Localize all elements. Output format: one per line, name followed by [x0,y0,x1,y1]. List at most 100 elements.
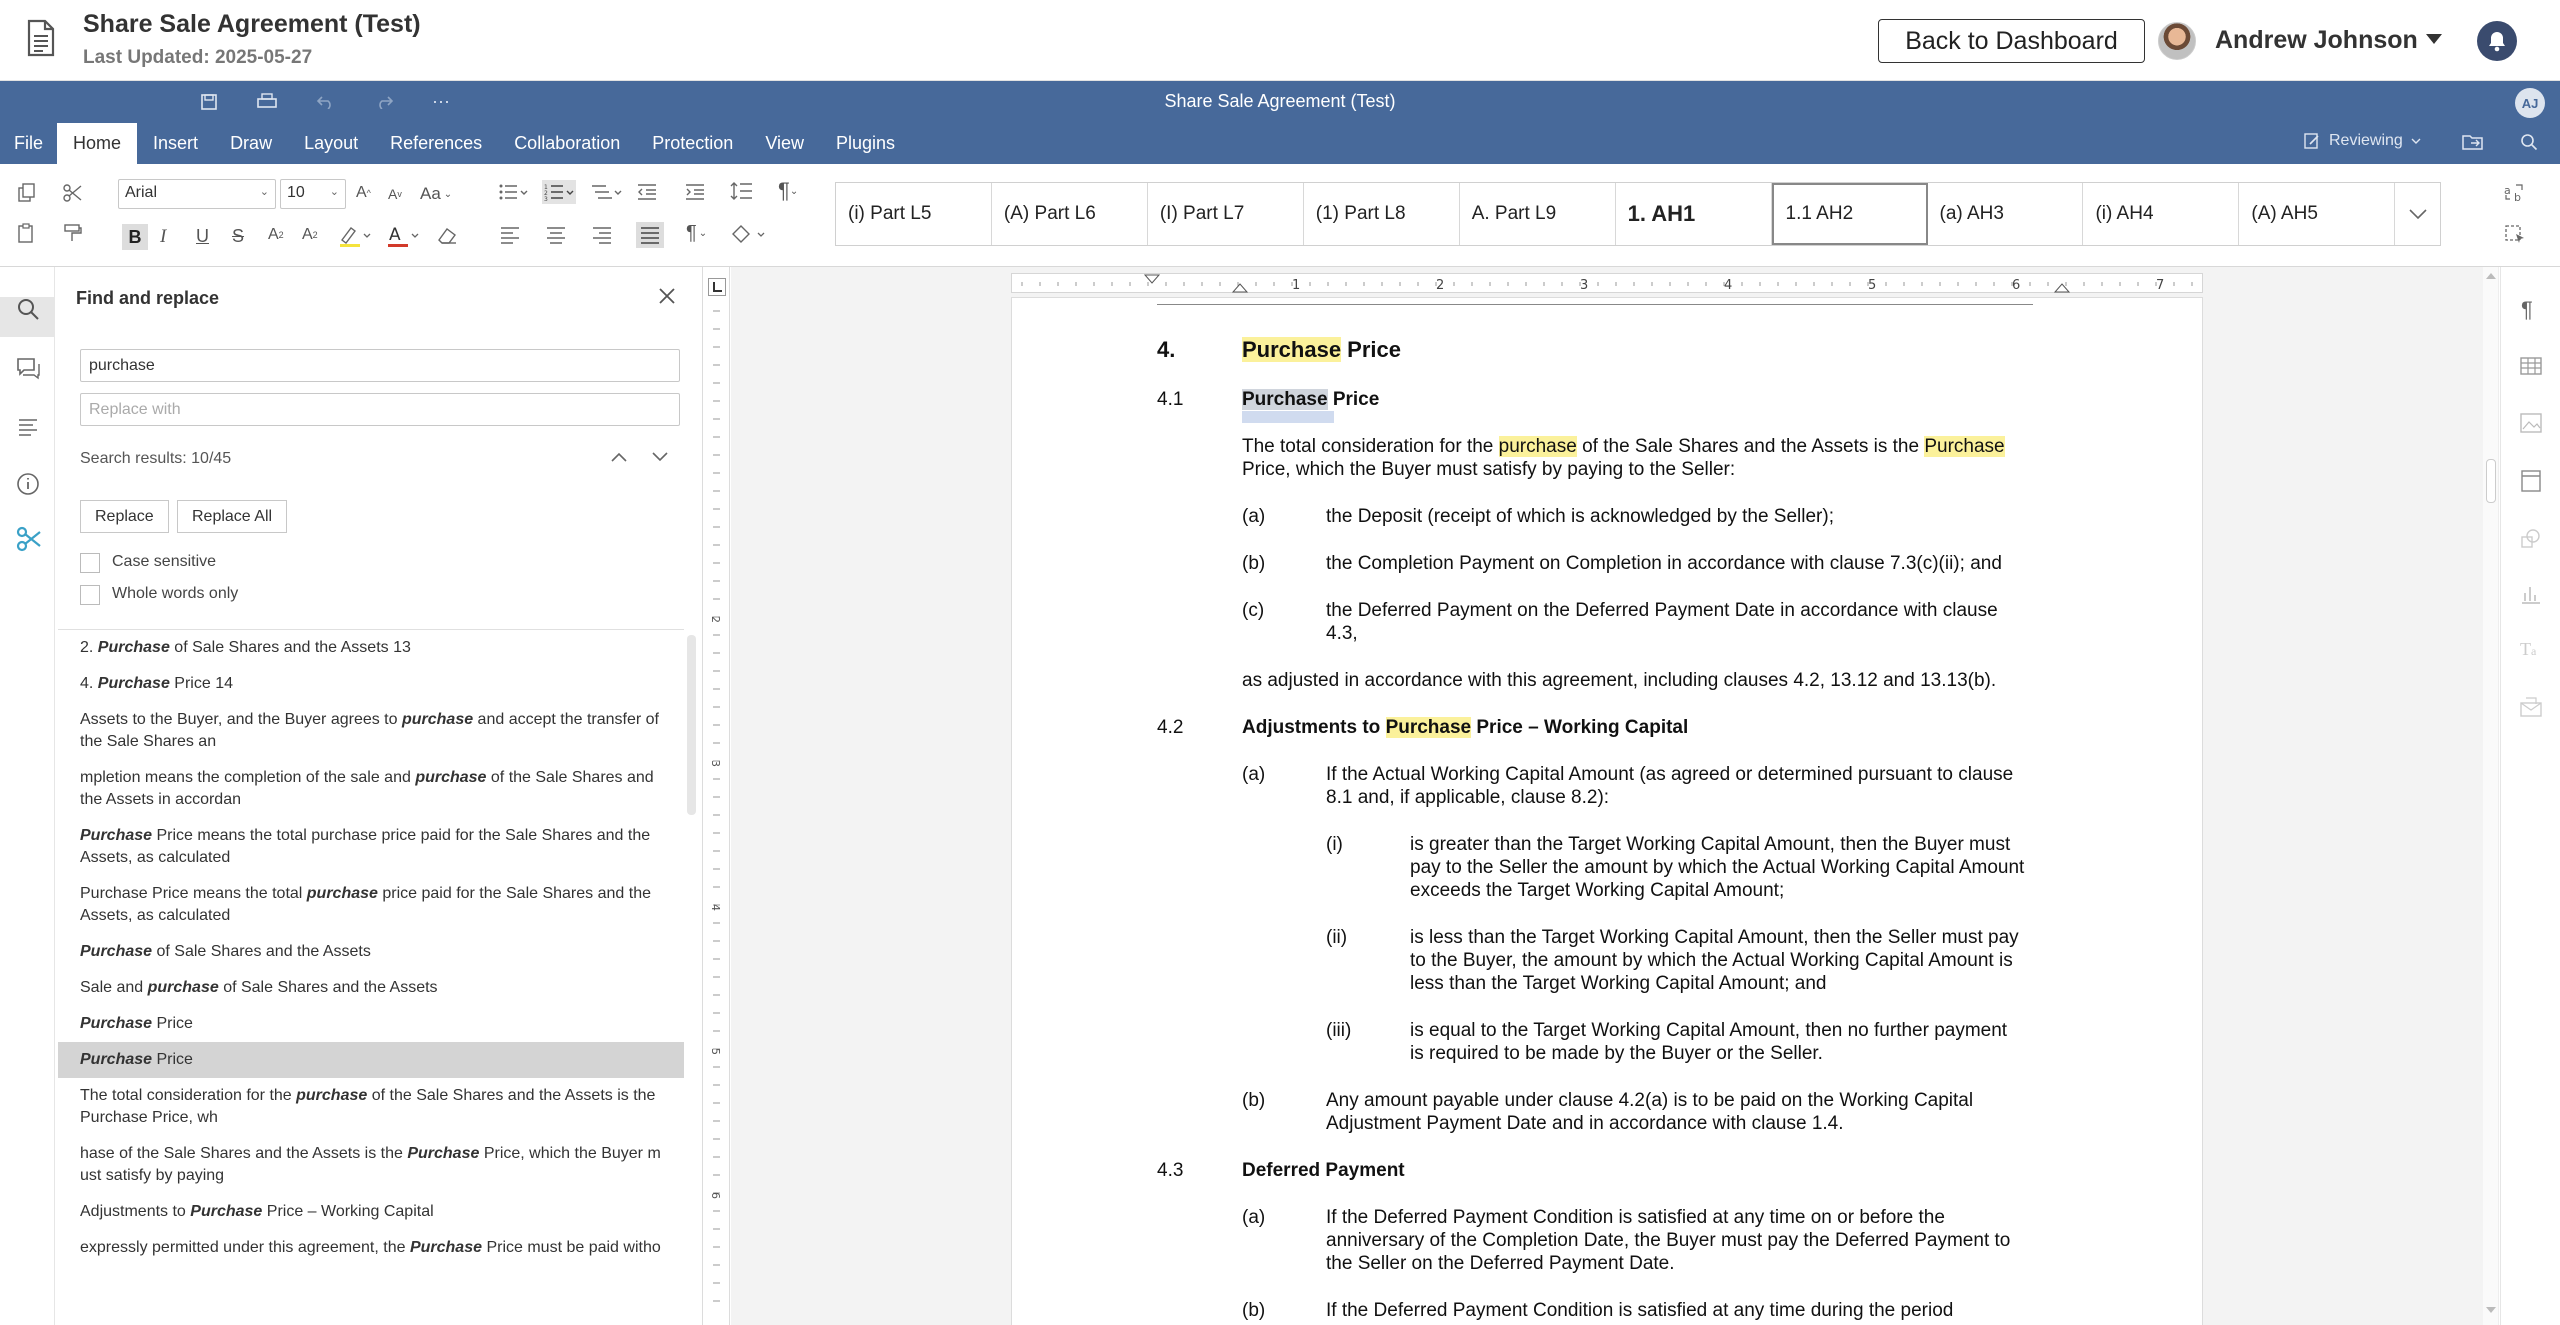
chevron-down-icon[interactable] [2395,183,2440,245]
decrease-indent-icon[interactable] [636,182,658,202]
chart-settings-icon[interactable] [2520,583,2542,605]
search-result-item[interactable]: mpletion means the completion of the sal… [58,760,684,818]
search-result-item[interactable]: 2. Purchase of Sale Shares and the Asset… [58,630,684,666]
replace-button[interactable]: Replace [80,500,169,533]
font-color-icon[interactable]: A [386,224,420,248]
superscript-button[interactable]: A2 [268,226,284,244]
navigation-icon[interactable] [15,414,41,440]
highlight-icon[interactable] [338,224,372,248]
document-page[interactable]: 4. Purchase Price 4.1 Purchase Price The… [1011,297,2203,1325]
open-location-icon[interactable] [2462,133,2484,151]
style-ah5[interactable]: (A) AH5 [2239,183,2396,245]
subscript-button[interactable]: A2 [302,226,318,244]
search-result-item[interactable]: Purchase Price [58,1006,684,1042]
back-to-dashboard-button[interactable]: Back to Dashboard [1878,19,2145,63]
tab-layout[interactable]: Layout [288,123,374,164]
tab-draw[interactable]: Draw [214,123,288,164]
whole-words-checkbox[interactable] [80,585,100,605]
align-left-icon[interactable] [500,226,520,244]
shading-icon[interactable] [730,224,766,246]
chevron-down-icon[interactable] [652,452,668,462]
scroll-down-icon[interactable] [2484,1305,2498,1315]
replace-all-button[interactable]: Replace All [177,500,288,533]
scroll-up-icon[interactable] [2484,271,2498,281]
style-ah4[interactable]: (i) AH4 [2083,183,2240,245]
search-result-item[interactable]: Purchase Price [58,1042,684,1078]
indent-marker[interactable] [1143,274,1161,284]
paragraph-settings-icon[interactable]: ¶ [2521,297,2533,323]
search-icon[interactable] [15,296,41,322]
tab-insert[interactable]: Insert [137,123,214,164]
decrease-font-icon[interactable]: Av [388,186,402,202]
increase-font-icon[interactable]: A ^ [356,184,371,202]
table-settings-icon[interactable] [2520,357,2542,375]
align-center-icon[interactable] [546,226,566,244]
close-icon[interactable] [658,287,676,305]
search-result-item[interactable]: Purchase of Sale Shares and the Assets [58,934,684,970]
paste-icon[interactable] [16,222,38,244]
change-case-icon[interactable]: Aa ⌄ [420,184,452,204]
search-result-item[interactable]: expressly permitted under this agreement… [58,1230,684,1266]
tab-references[interactable]: References [374,123,498,164]
case-sensitive-checkbox[interactable] [80,553,100,573]
underline-button[interactable]: U [196,226,209,247]
replace-icon[interactable]: ab [2504,182,2526,202]
tab-stop-icon[interactable] [708,278,726,296]
style-ah1[interactable]: 1. AH1 [1616,183,1772,245]
format-painter-icon[interactable] [62,222,84,244]
cut-icon[interactable] [62,182,84,204]
line-spacing-icon[interactable] [730,180,760,202]
style-part-l5[interactable]: (i) Part L5 [836,183,992,245]
style-part-l8[interactable]: (1) Part L8 [1304,183,1460,245]
font-family-select[interactable]: Arial ⌄ [118,179,276,209]
style-part-l9[interactable]: A. Part L9 [1460,183,1616,245]
indent-marker[interactable] [2053,283,2071,293]
search-icon[interactable] [2520,133,2538,151]
style-part-l7[interactable]: (I) Part L7 [1148,183,1304,245]
clear-formatting-icon[interactable] [436,226,458,246]
replace-input[interactable]: Replace with [80,393,680,426]
multilevel-list-icon[interactable] [590,182,622,202]
header-footer-icon[interactable] [2520,470,2542,492]
search-result-item[interactable]: The total consideration for the purchase… [58,1078,684,1136]
justify-icon[interactable] [636,222,664,248]
search-result-item[interactable]: 4. Purchase Price 14 [58,666,684,702]
numbered-list-icon[interactable]: 123 [542,180,576,204]
plugin-scissors-icon[interactable] [15,525,43,553]
info-icon[interactable] [15,471,41,497]
style-ah3[interactable]: (a) AH3 [1928,183,2084,245]
tab-plugins[interactable]: Plugins [820,123,911,164]
search-result-item[interactable]: Purchase Price means the total purchase … [58,818,684,876]
style-part-l6[interactable]: (A) Part L6 [992,183,1148,245]
tab-home[interactable]: Home [57,123,138,164]
mail-merge-icon[interactable] [2520,697,2542,717]
tab-file[interactable]: File [0,123,57,164]
search-input[interactable]: purchase [80,349,680,382]
increase-indent-icon[interactable] [684,182,706,202]
user-avatar[interactable] [2158,22,2196,60]
results-scrollbar[interactable] [687,635,696,815]
search-result-item[interactable]: Purchase Price means the total purchase … [58,876,684,934]
select-icon[interactable] [2504,224,2526,246]
horizontal-ruler[interactable]: 1 2 3 4 5 6 7 [1011,273,2203,293]
tab-collaboration[interactable]: Collaboration [498,123,636,164]
bold-button[interactable]: B [122,224,148,250]
user-name[interactable]: Andrew Johnson [2215,26,2418,55]
text-art-icon[interactable]: Ta [2520,639,2536,660]
italic-button[interactable]: I [160,226,166,248]
scrollbar-thumb[interactable] [2486,459,2496,503]
notifications-bell-icon[interactable] [2477,21,2517,61]
comments-icon[interactable] [15,355,41,381]
style-ah2[interactable]: 1.1 AH2 [1771,183,1928,245]
paragraph-settings-icon[interactable]: ¶ ⌄ [778,178,798,204]
show-marks-icon[interactable]: ¶ ⌄ [686,222,707,245]
search-result-item[interactable]: Adjustments to Purchase Price – Working … [58,1194,684,1230]
search-result-item[interactable]: Assets to the Buyer, and the Buyer agree… [58,702,684,760]
user-initials-avatar[interactable]: AJ [2515,88,2545,118]
indent-marker[interactable] [1231,283,1249,293]
strikethrough-button[interactable]: S [232,226,244,247]
search-result-item[interactable]: hase of the Sale Shares and the Assets i… [58,1136,684,1194]
font-size-select[interactable]: 10 ⌄ [280,179,346,209]
tab-protection[interactable]: Protection [636,123,749,164]
chevron-up-icon[interactable] [611,452,627,462]
